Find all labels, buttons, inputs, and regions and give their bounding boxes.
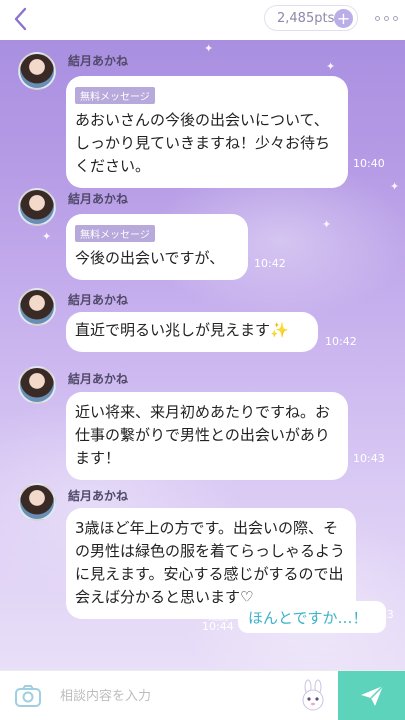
add-points-button[interactable]: + — [334, 9, 353, 28]
free-message-tag: 無料メッセージ — [75, 225, 155, 242]
message-composer — [0, 670, 405, 720]
self-message-time: 10:44 — [202, 620, 234, 633]
points-value: 2,485pts — [277, 10, 335, 26]
message-bubble: 無料メッセージ あおいさんの今後の出会いについて、しっかり見ていきますね！少々お… — [66, 76, 348, 188]
sparkle-icon: ✦ — [390, 180, 400, 193]
sparkle-icon: ✦ — [326, 60, 336, 73]
sender-name: 結月あかね — [68, 293, 129, 307]
mascot-icon[interactable] — [296, 679, 330, 713]
message-time: 10:42 — [325, 335, 357, 348]
message-text: 今後の出会いですが、 — [75, 249, 225, 267]
sender-name: 結月あかね — [68, 372, 129, 386]
chat-area[interactable]: ✦ ✦ ✦ ✦ ✦ ✦ 結月あかね 無料メッセージ あおいさんの今後の出会いにつ… — [0, 40, 405, 670]
more-dots-icon[interactable] — [372, 10, 400, 26]
avatar[interactable] — [18, 483, 56, 521]
sender-name: 結月あかね — [68, 489, 129, 503]
message-time: 10:43 — [353, 452, 385, 465]
sparkle-icon: ✦ — [42, 230, 52, 243]
message-time: 10:42 — [254, 257, 286, 270]
sparkle-icon: ✦ — [322, 218, 332, 231]
message-bubble: 直近で明るい兆しが見えます✨ — [66, 312, 318, 352]
camera-icon[interactable] — [14, 684, 42, 708]
send-icon — [360, 685, 384, 706]
sender-name: 結月あかね — [68, 192, 129, 206]
message-text: 近い将来、来月初めあたりですね。お仕事の繋がりで男性との出会いがあります！ — [75, 403, 331, 467]
chevron-left-icon[interactable] — [10, 6, 34, 32]
avatar[interactable] — [18, 366, 56, 404]
message-text: あおいさんの今後の出会いについて、しっかり見ていきますね！少々お待ちください。 — [75, 111, 331, 175]
avatar[interactable] — [18, 288, 56, 326]
message-time: 10:40 — [353, 157, 385, 170]
message-bubble: 近い将来、来月初めあたりですね。お仕事の繋がりで男性との出会いがあります！ — [66, 392, 348, 480]
avatar[interactable] — [18, 188, 56, 226]
message-text: 3歳ほど年上の方です。出会いの際、その男性は緑色の服を着てらっしゃるように見えま… — [75, 519, 346, 606]
self-message-bubble: ほんとですか…！ — [238, 601, 386, 633]
consultation-input[interactable] — [60, 681, 285, 711]
sparkle-icon: ✦ — [204, 42, 214, 55]
message-text: 直近で明るい兆しが見えます✨ — [75, 321, 289, 339]
send-button[interactable] — [338, 671, 405, 720]
sender-name: 結月あかね — [68, 54, 129, 68]
header: 2,485pts + — [0, 0, 405, 40]
avatar[interactable] — [18, 52, 56, 90]
points-badge[interactable]: 2,485pts + — [264, 5, 358, 31]
free-message-tag: 無料メッセージ — [75, 87, 155, 104]
message-bubble: 無料メッセージ 今後の出会いですが、 — [66, 214, 248, 280]
